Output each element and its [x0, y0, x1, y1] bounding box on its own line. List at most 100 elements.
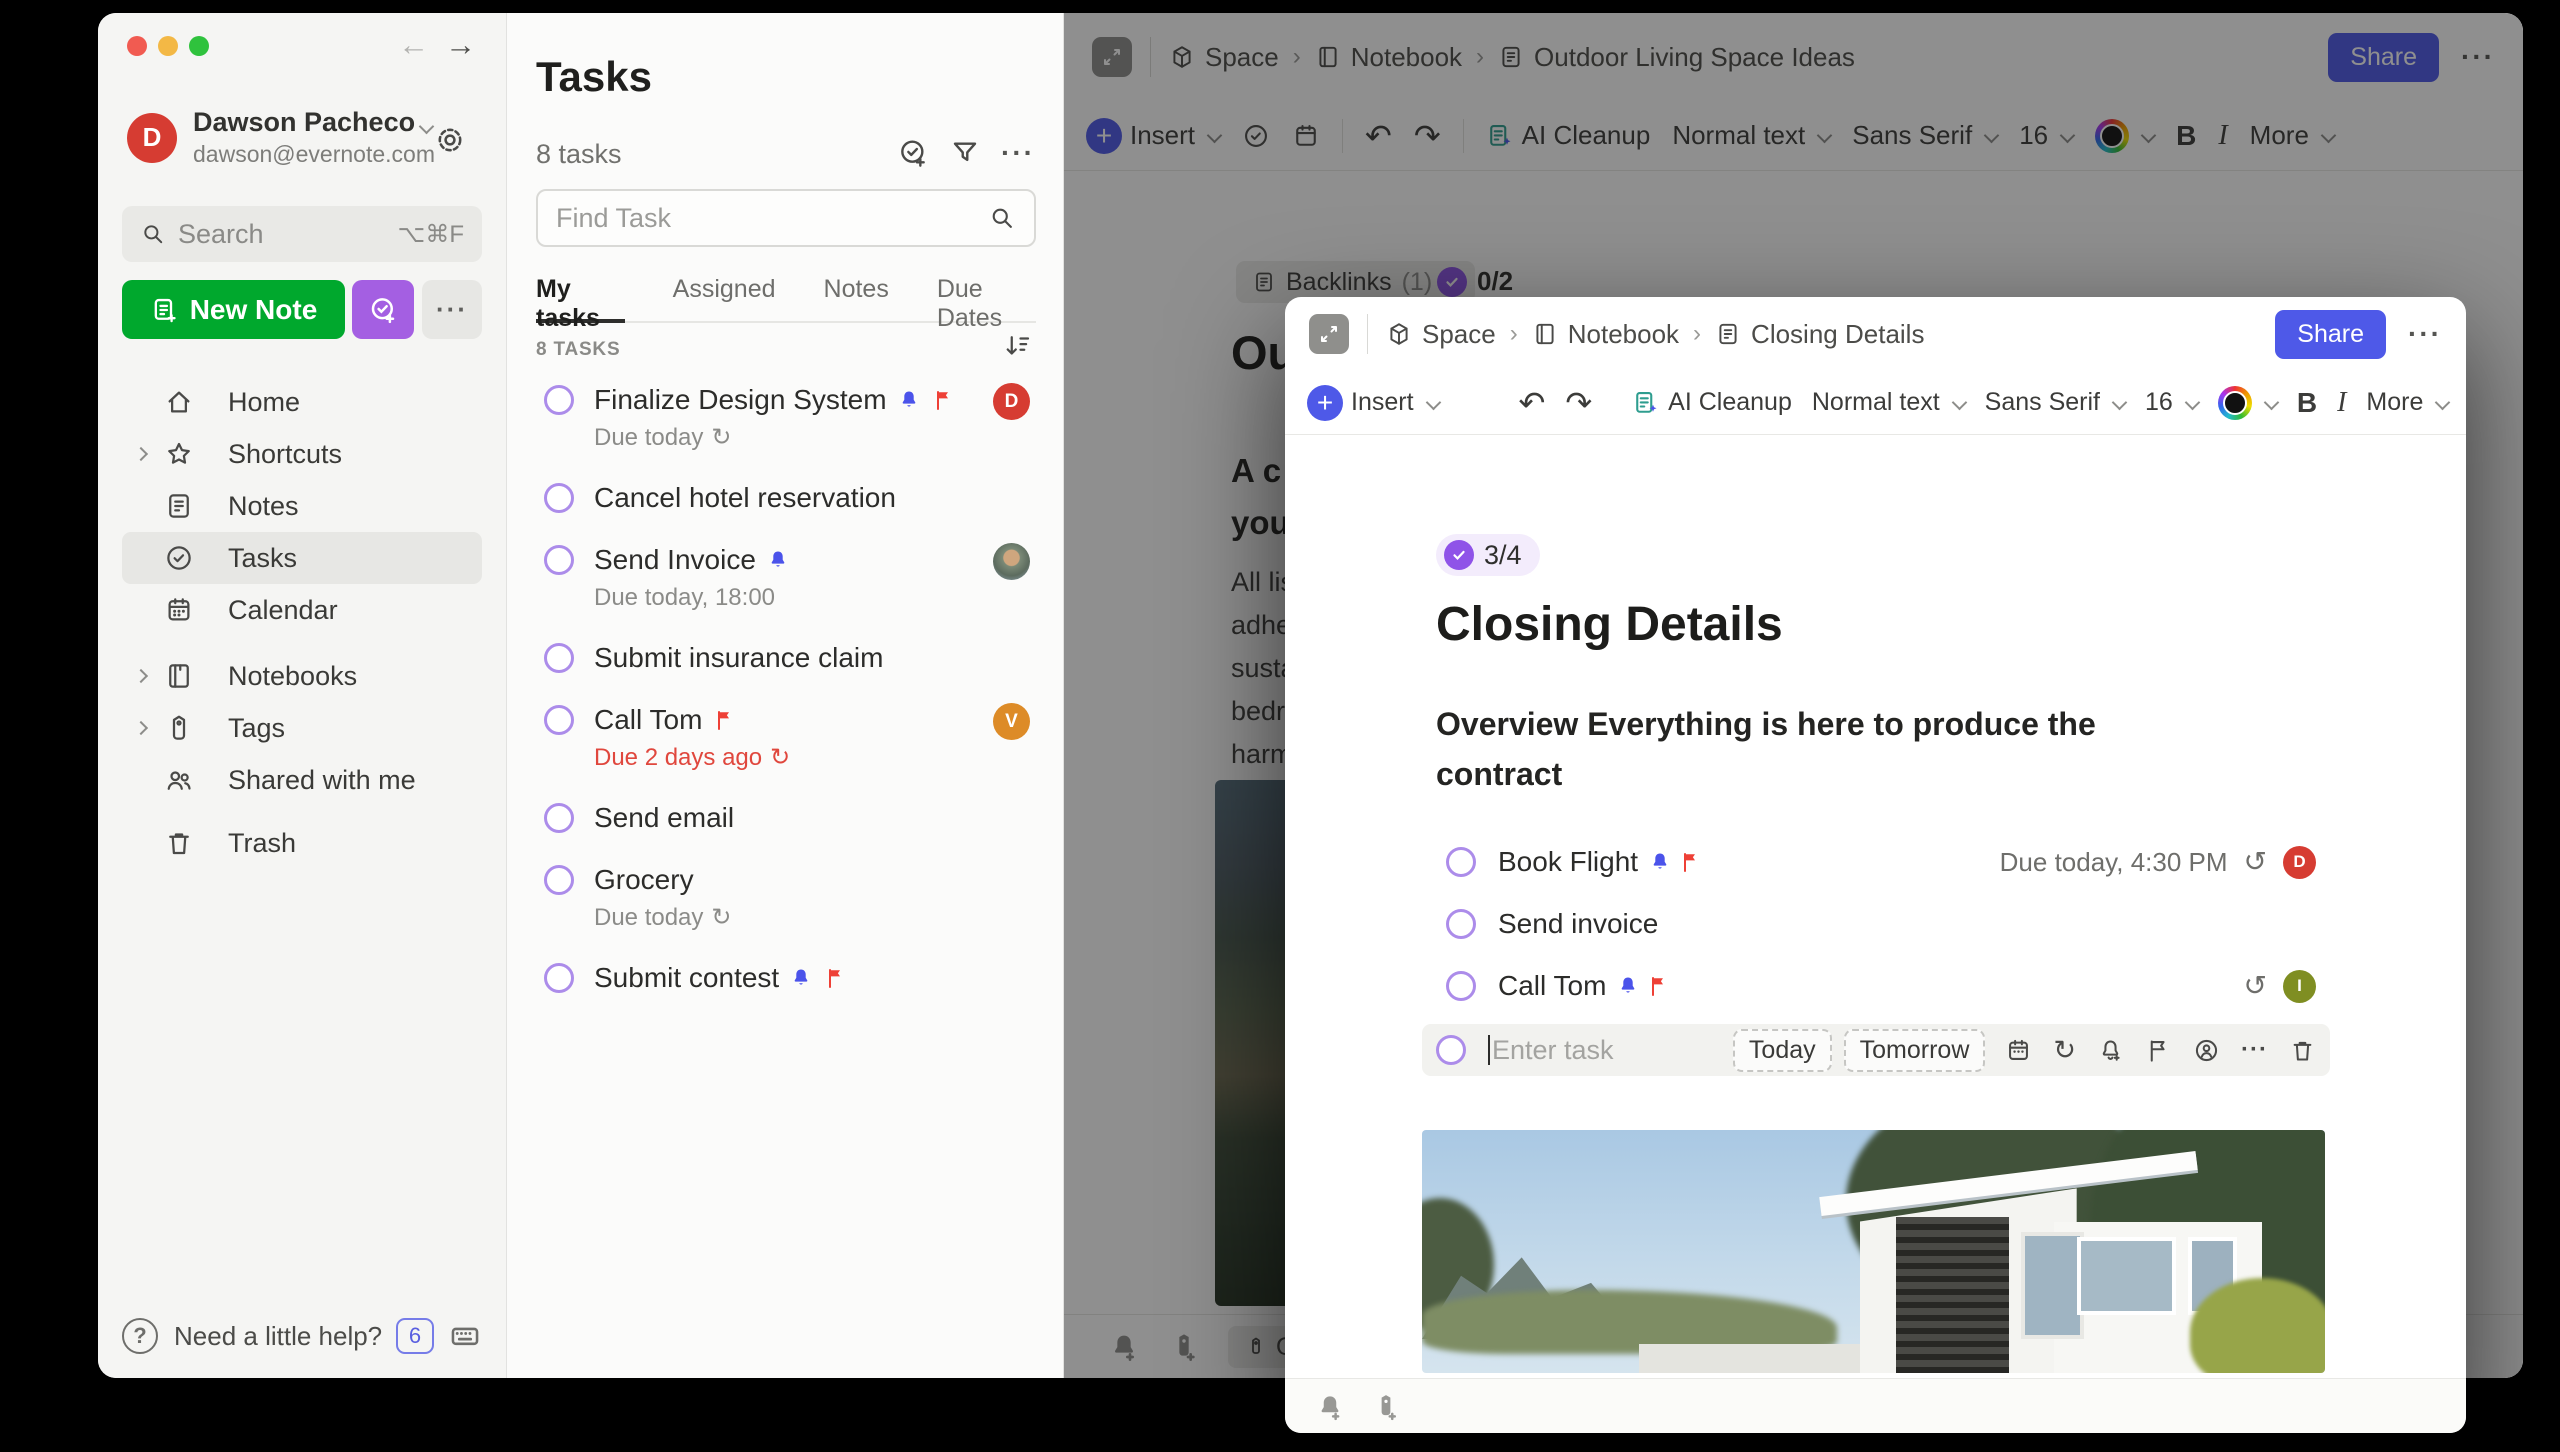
help-icon[interactable]: ? — [122, 1318, 158, 1354]
keyboard-shortcuts-icon[interactable] — [448, 1319, 482, 1353]
recurrence-icon[interactable]: ↻ — [2053, 1037, 2076, 1064]
assign-person-icon[interactable] — [2193, 1037, 2220, 1064]
insert-dropdown[interactable]: +Insert — [1307, 385, 1439, 421]
new-task-button[interactable] — [352, 280, 414, 339]
share-button[interactable]: Share — [2275, 310, 2386, 359]
task-checkbox[interactable] — [544, 705, 574, 735]
history-forward-button[interactable]: → — [445, 27, 476, 63]
reminder-bell-icon — [766, 548, 790, 572]
window-minimize-button[interactable] — [158, 36, 178, 56]
expand-icon[interactable] — [1309, 314, 1349, 354]
assignee-avatar[interactable]: V — [993, 703, 1030, 740]
task-row[interactable]: Submit contest — [536, 947, 1036, 1009]
redo-icon[interactable]: ↷ — [1565, 384, 1592, 422]
undo-icon[interactable]: ↶ — [1519, 384, 1546, 422]
chevron-right-icon[interactable] — [134, 669, 148, 683]
task-row[interactable]: Call Tom↺I — [1436, 955, 2316, 1017]
tag-add-icon[interactable] — [1371, 1392, 1401, 1422]
flag-icon — [712, 708, 736, 732]
task-row[interactable]: Cancel hotel reservation — [536, 467, 1036, 529]
sort-icon[interactable] — [1003, 331, 1033, 361]
task-checkbox[interactable] — [544, 865, 574, 895]
sidebar-item-tags[interactable]: Tags — [122, 702, 482, 754]
sidebar-item-trash[interactable]: Trash — [122, 817, 482, 869]
task-checkbox[interactable] — [544, 545, 574, 575]
text-color-dropdown[interactable] — [2218, 386, 2277, 420]
task-row[interactable]: Submit insurance claim — [536, 627, 1036, 689]
task-row[interactable]: Send email — [536, 787, 1036, 849]
history-icon[interactable]: ↺ — [2244, 972, 2267, 1000]
task-row[interactable]: Finalize Design SystemDue today↻D — [536, 369, 1036, 467]
sidebar-item-notes[interactable]: Notes — [122, 480, 482, 532]
filter-icon[interactable] — [949, 137, 981, 169]
task-row[interactable]: Send invoice — [1436, 893, 2316, 955]
tab-my-tasks[interactable]: My tasks — [536, 275, 625, 323]
delete-task-icon[interactable] — [2289, 1037, 2316, 1064]
task-checkbox[interactable] — [544, 385, 574, 415]
tab-notes[interactable]: Notes — [824, 275, 889, 321]
breadcrumb-notebook[interactable]: Notebook — [1568, 319, 1679, 350]
note-more-icon[interactable]: ··· — [2408, 318, 2442, 350]
due-tomorrow-button[interactable]: Tomorrow — [1844, 1029, 1986, 1072]
assignee-avatar-photo[interactable] — [993, 543, 1030, 580]
assignee-avatar[interactable]: I — [2283, 970, 2316, 1003]
sidebar-item-shortcuts[interactable]: Shortcuts — [122, 428, 482, 480]
due-date-icon[interactable] — [2005, 1037, 2032, 1064]
task-checkbox[interactable] — [544, 643, 574, 673]
sidebar-item-home[interactable]: Home — [122, 376, 482, 428]
reminder-add-icon[interactable] — [2097, 1037, 2124, 1064]
history-icon[interactable]: ↺ — [2244, 848, 2267, 876]
breadcrumb-note-title[interactable]: Closing Details — [1751, 319, 1924, 350]
flag-icon[interactable] — [2145, 1037, 2172, 1064]
assignee-avatar[interactable]: D — [993, 383, 1030, 420]
note-title[interactable]: Closing Details — [1436, 597, 1783, 652]
tab-due-dates[interactable]: Due Dates — [937, 275, 1036, 321]
sidebar-item-notebooks[interactable]: Notebooks — [122, 650, 482, 702]
task-checkbox[interactable] — [544, 483, 574, 513]
note-subtitle[interactable]: Overview Everything is here to produce t… — [1436, 699, 2206, 799]
avatar: D — [127, 113, 177, 163]
search-input[interactable]: Search ⌥⌘F — [122, 206, 482, 262]
panel-more-icon[interactable]: ··· — [1001, 137, 1035, 169]
task-checkbox[interactable] — [1446, 971, 1476, 1001]
ai-cleanup-button[interactable]: AI Cleanup — [1632, 388, 1792, 417]
more-dropdown[interactable]: More — [2366, 388, 2448, 417]
sidebar-item-tasks[interactable]: Tasks — [122, 532, 482, 584]
settings-gear-icon[interactable] — [433, 123, 467, 157]
new-task-row[interactable]: Enter task Today Tomorrow ↻ ··· — [1422, 1024, 2330, 1076]
text-style-dropdown[interactable]: Normal text — [1812, 388, 1965, 417]
due-today-button[interactable]: Today — [1733, 1029, 1832, 1072]
assignee-avatar[interactable]: D — [2283, 846, 2316, 879]
task-row[interactable]: Send InvoiceDue today, 18:00 — [536, 529, 1036, 627]
help-badge[interactable]: 6 — [396, 1318, 434, 1354]
italic-button[interactable]: I — [2337, 387, 2346, 419]
breadcrumb-space[interactable]: Space — [1422, 319, 1496, 350]
task-row[interactable]: Call TomDue 2 days ago↻V — [536, 689, 1036, 787]
bold-button[interactable]: B — [2297, 387, 2317, 419]
reminder-add-icon[interactable] — [1315, 1392, 1345, 1422]
history-back-button[interactable]: ← — [398, 27, 429, 63]
font-size-dropdown[interactable]: 16 — [2145, 388, 2198, 417]
task-checkbox[interactable] — [1446, 847, 1476, 877]
task-row[interactable]: Book FlightDue today, 4:30 PM↺D — [1436, 831, 2316, 893]
account-switcher[interactable]: D Dawson Pacheco dawson@evernote.com — [127, 107, 435, 168]
tab-assigned[interactable]: Assigned — [673, 275, 776, 321]
new-note-button[interactable]: New Note — [122, 280, 345, 339]
task-checkbox[interactable] — [544, 803, 574, 833]
new-more-button[interactable]: ··· — [422, 280, 482, 339]
sidebar-item-shared-with-me[interactable]: Shared with me — [122, 754, 482, 806]
task-checkbox[interactable] — [544, 963, 574, 993]
window-close-button[interactable] — [127, 36, 147, 56]
task-checkbox[interactable] — [1446, 909, 1476, 939]
font-family-dropdown[interactable]: Sans Serif — [1985, 388, 2125, 417]
task-more-icon[interactable]: ··· — [2241, 1036, 2268, 1064]
task-checkbox[interactable] — [1436, 1035, 1466, 1065]
window-zoom-button[interactable] — [189, 36, 209, 56]
chevron-right-icon[interactable] — [134, 721, 148, 735]
chevron-right-icon[interactable] — [134, 447, 148, 461]
find-task-input[interactable]: Find Task — [536, 189, 1036, 247]
add-task-icon[interactable] — [897, 137, 929, 169]
sidebar-item-calendar[interactable]: Calendar — [122, 584, 482, 636]
modal-footer — [1285, 1378, 2466, 1433]
task-row[interactable]: GroceryDue today↻ — [536, 849, 1036, 947]
